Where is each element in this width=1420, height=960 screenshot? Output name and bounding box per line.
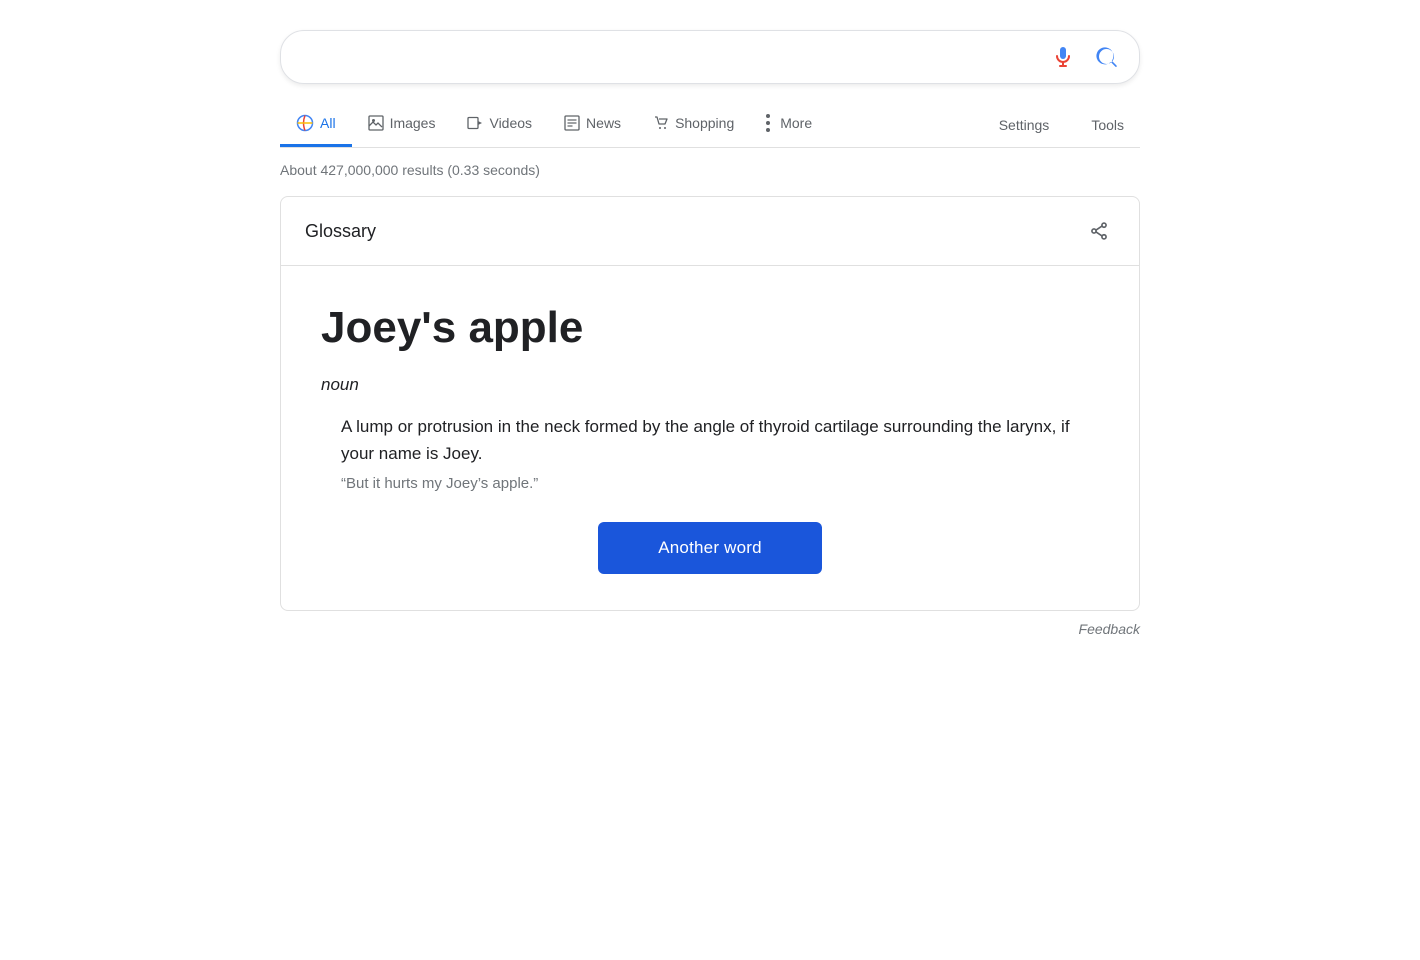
nav-tabs: All Images Videos <box>280 102 1140 148</box>
word-example: “But it hurts my Joey’s apple.” <box>321 475 1099 492</box>
videos-icon <box>467 115 483 131</box>
tab-videos-label: Videos <box>489 115 532 131</box>
tools-label: Tools <box>1091 117 1124 133</box>
search-bar: friends glossary <box>280 30 1140 84</box>
tools-link[interactable]: Tools <box>1075 105 1140 145</box>
images-icon <box>368 115 384 131</box>
news-icon <box>564 115 580 131</box>
word-definition: A lump or protrusion in the neck formed … <box>321 413 1099 467</box>
share-icon <box>1089 221 1109 241</box>
tab-news-label: News <box>586 115 621 131</box>
another-word-button[interactable]: Another word <box>598 522 822 574</box>
word-title: Joey's apple <box>321 302 1099 355</box>
tab-news[interactable]: News <box>548 103 637 146</box>
results-info: About 427,000,000 results (0.33 seconds) <box>280 162 1140 178</box>
tab-more[interactable]: More <box>750 102 828 147</box>
settings-label: Settings <box>999 117 1050 133</box>
all-icon <box>296 114 314 132</box>
more-icon <box>766 114 770 132</box>
voice-search-button[interactable] <box>1047 41 1079 73</box>
tab-shopping-label: Shopping <box>675 115 734 131</box>
search-icon <box>1095 45 1119 69</box>
share-button[interactable] <box>1083 215 1115 247</box>
feedback-row: Feedback <box>280 611 1140 647</box>
tab-shopping[interactable]: Shopping <box>637 103 750 146</box>
word-type: noun <box>321 375 1099 395</box>
tab-images[interactable]: Images <box>352 103 452 146</box>
mic-icon <box>1051 45 1075 69</box>
search-button[interactable] <box>1091 41 1123 73</box>
glossary-card-body: Joey's apple noun A lump or protrusion i… <box>281 266 1139 610</box>
tab-all-label: All <box>320 115 336 131</box>
tab-more-label: More <box>780 115 812 131</box>
tab-all[interactable]: All <box>280 102 352 147</box>
shopping-icon <box>653 115 669 131</box>
settings-link[interactable]: Settings <box>983 105 1066 145</box>
feedback-link[interactable]: Feedback <box>1079 621 1140 637</box>
tab-images-label: Images <box>390 115 436 131</box>
search-input[interactable]: friends glossary <box>297 46 1047 69</box>
glossary-card: Glossary Joey's apple noun A lump or pro… <box>280 196 1140 611</box>
glossary-card-header: Glossary <box>281 197 1139 266</box>
glossary-header-title: Glossary <box>305 221 376 242</box>
tab-videos[interactable]: Videos <box>451 103 548 146</box>
